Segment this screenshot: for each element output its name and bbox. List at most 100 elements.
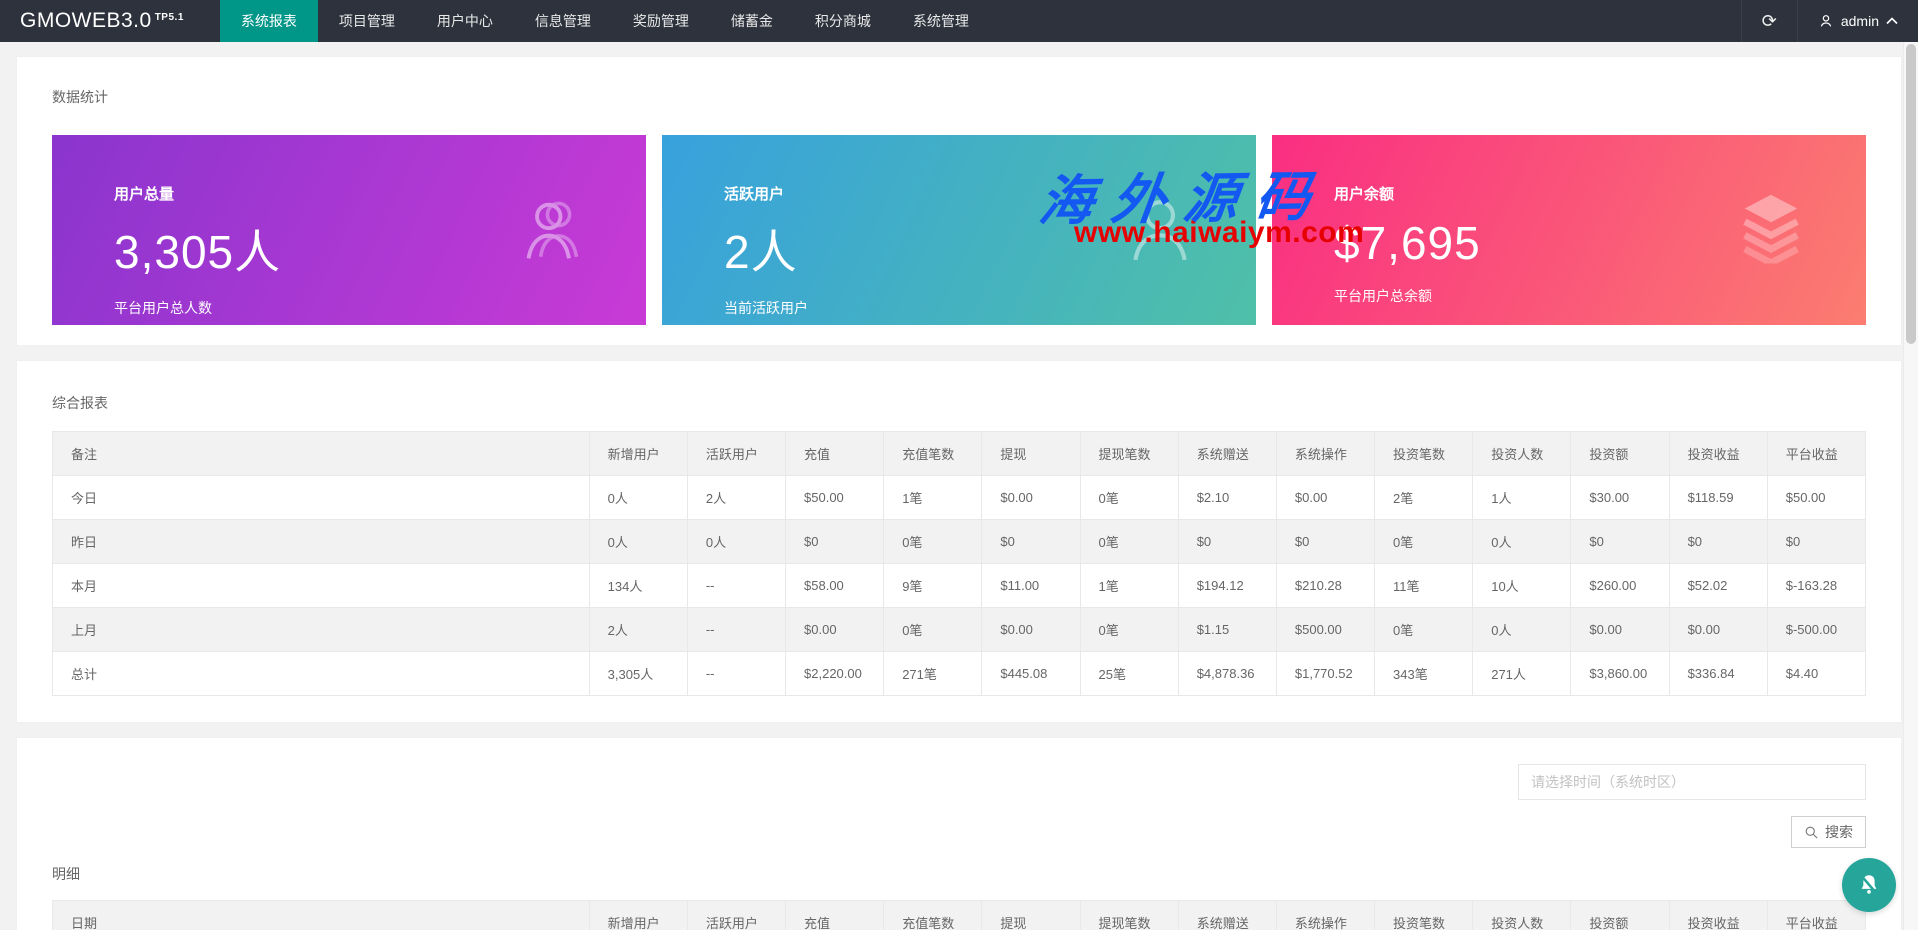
table-cell: 0笔 xyxy=(884,520,982,564)
table-cell: 271笔 xyxy=(884,652,982,696)
column-header-投资人数: 投资人数 xyxy=(1473,432,1571,476)
column-header-平台收益: 平台收益 xyxy=(1767,432,1865,476)
nav-item-系统管理[interactable]: 系统管理 xyxy=(892,0,990,42)
table-row: 昨日0人0人$00笔$00笔$0$00笔0人$0$0$0 xyxy=(53,520,1866,564)
stat-card-subtitle: 平台用户总余额 xyxy=(1334,286,1866,306)
column-header-系统赠送: 系统赠送 xyxy=(1178,432,1276,476)
table-cell: 0笔 xyxy=(884,608,982,652)
scrollbar-thumb[interactable] xyxy=(1906,44,1916,344)
table-cell: $0.00 xyxy=(786,608,884,652)
column-header-充值笔数: 充值笔数 xyxy=(884,432,982,476)
table-cell: 2笔 xyxy=(1375,476,1473,520)
scrollbar-track[interactable] xyxy=(1903,42,1918,930)
table-cell: 10人 xyxy=(1473,564,1571,608)
table-cell: $50.00 xyxy=(1767,476,1865,520)
table-cell: $4,878.36 xyxy=(1178,652,1276,696)
stat-card-用户总量: 用户总量3,305人平台用户总人数 xyxy=(52,135,646,325)
table-cell: $-163.28 xyxy=(1767,564,1865,608)
table-cell: $0 xyxy=(786,520,884,564)
table-cell: 0人 xyxy=(589,476,687,520)
user-menu[interactable]: admin xyxy=(1797,0,1918,42)
table-cell: -- xyxy=(687,652,785,696)
nav-item-奖励管理[interactable]: 奖励管理 xyxy=(612,0,710,42)
table-cell: $0 xyxy=(1767,520,1865,564)
column-header-新增用户: 新增用户 xyxy=(589,901,687,930)
column-header-系统操作: 系统操作 xyxy=(1276,432,1374,476)
table-cell: $52.02 xyxy=(1669,564,1767,608)
table-cell: $-500.00 xyxy=(1767,608,1865,652)
table-row: 总计3,305人--$2,220.00271笔$445.0825笔$4,878.… xyxy=(53,652,1866,696)
table-cell: $1,770.52 xyxy=(1276,652,1374,696)
user-icon xyxy=(1119,187,1201,274)
table-cell: 11笔 xyxy=(1375,564,1473,608)
user-name: admin xyxy=(1841,13,1879,29)
table-cell: $0 xyxy=(1178,520,1276,564)
table-cell: $0.00 xyxy=(1276,476,1374,520)
column-header-投资收益: 投资收益 xyxy=(1669,901,1767,930)
stat-card-活跃用户: 活跃用户2人当前活跃用户 xyxy=(662,135,1256,325)
table-cell: $58.00 xyxy=(786,564,884,608)
column-header-活跃用户: 活跃用户 xyxy=(687,432,785,476)
nav-item-积分商城[interactable]: 积分商城 xyxy=(794,0,892,42)
table-row: 本月134人--$58.009笔$11.001笔$194.12$210.2811… xyxy=(53,564,1866,608)
page-content: 数据统计 用户总量3,305人平台用户总人数活跃用户2人当前活跃用户用户余额$7… xyxy=(0,42,1918,930)
summary-section-title: 综合报表 xyxy=(52,393,1866,413)
column-header-投资额: 投资额 xyxy=(1571,901,1669,930)
column-header-充值: 充值 xyxy=(786,432,884,476)
column-header-提现笔数: 提现笔数 xyxy=(1080,432,1178,476)
table-cell: 0人 xyxy=(1473,608,1571,652)
layers-icon xyxy=(1731,192,1811,269)
app-logo-text: GMOWEB3.0 xyxy=(20,9,152,33)
column-header-投资笔数: 投资笔数 xyxy=(1375,432,1473,476)
detail-section-title: 明细 xyxy=(52,864,1866,884)
table-row: 今日0人2人$50.001笔$0.000笔$2.10$0.002笔1人$30.0… xyxy=(53,476,1866,520)
column-header-系统操作: 系统操作 xyxy=(1276,901,1374,930)
column-header-活跃用户: 活跃用户 xyxy=(687,901,785,930)
notification-mute-fab[interactable] xyxy=(1842,858,1896,912)
table-cell: $30.00 xyxy=(1571,476,1669,520)
table-cell: $0 xyxy=(1571,520,1669,564)
app-logo-version: TP5.1 xyxy=(155,12,184,23)
table-header-row: 日期新增用户活跃用户充值充值笔数提现提现笔数系统赠送系统操作投资笔数投资人数投资… xyxy=(53,901,1866,930)
table-cell: 0笔 xyxy=(1080,608,1178,652)
refresh-button[interactable]: ⟳ xyxy=(1741,0,1797,42)
column-header-投资收益: 投资收益 xyxy=(1669,432,1767,476)
table-cell: $500.00 xyxy=(1276,608,1374,652)
column-header-投资笔数: 投资笔数 xyxy=(1375,901,1473,930)
table-cell: $2,220.00 xyxy=(786,652,884,696)
table-cell: 1人 xyxy=(1473,476,1571,520)
table-cell: $210.28 xyxy=(1276,564,1374,608)
nav-item-用户中心[interactable]: 用户中心 xyxy=(416,0,514,42)
table-cell: $445.08 xyxy=(982,652,1080,696)
table-cell: $50.00 xyxy=(786,476,884,520)
table-cell: 今日 xyxy=(53,476,590,520)
users-icon xyxy=(513,189,591,272)
column-header-提现: 提现 xyxy=(982,901,1080,930)
column-header-投资人数: 投资人数 xyxy=(1473,901,1571,930)
time-range-input[interactable] xyxy=(1518,764,1866,800)
table-cell: 0人 xyxy=(687,520,785,564)
nav-item-储蓄金[interactable]: 储蓄金 xyxy=(710,0,794,42)
nav-item-项目管理[interactable]: 项目管理 xyxy=(318,0,416,42)
stats-panel: 数据统计 用户总量3,305人平台用户总人数活跃用户2人当前活跃用户用户余额$7… xyxy=(16,56,1902,346)
table-cell: 343笔 xyxy=(1375,652,1473,696)
filter-row xyxy=(52,764,1866,800)
table-cell: 0人 xyxy=(1473,520,1571,564)
table-header-row: 备注新增用户活跃用户充值充值笔数提现提现笔数系统赠送系统操作投资笔数投资人数投资… xyxy=(53,432,1866,476)
search-button-row: 搜索 xyxy=(52,816,1866,848)
column-header-充值笔数: 充值笔数 xyxy=(884,901,982,930)
search-button[interactable]: 搜索 xyxy=(1791,816,1866,848)
stat-card-subtitle: 平台用户总人数 xyxy=(114,298,646,318)
nav-item-信息管理[interactable]: 信息管理 xyxy=(514,0,612,42)
navbar-right: ⟳ admin xyxy=(1741,0,1918,42)
table-cell: 0人 xyxy=(589,520,687,564)
detail-panel: 搜索 明细 日期新增用户活跃用户充值充值笔数提现提现笔数系统赠送系统操作投资笔数… xyxy=(16,737,1902,930)
nav-item-系统报表[interactable]: 系统报表 xyxy=(220,0,318,42)
table-cell: 0笔 xyxy=(1375,520,1473,564)
detail-table: 日期新增用户活跃用户充值充值笔数提现提现笔数系统赠送系统操作投资笔数投资人数投资… xyxy=(52,900,1866,930)
table-cell: 9笔 xyxy=(884,564,982,608)
table-cell: $0 xyxy=(1276,520,1374,564)
table-cell: 2人 xyxy=(687,476,785,520)
table-cell: 0笔 xyxy=(1080,520,1178,564)
table-cell: $194.12 xyxy=(1178,564,1276,608)
